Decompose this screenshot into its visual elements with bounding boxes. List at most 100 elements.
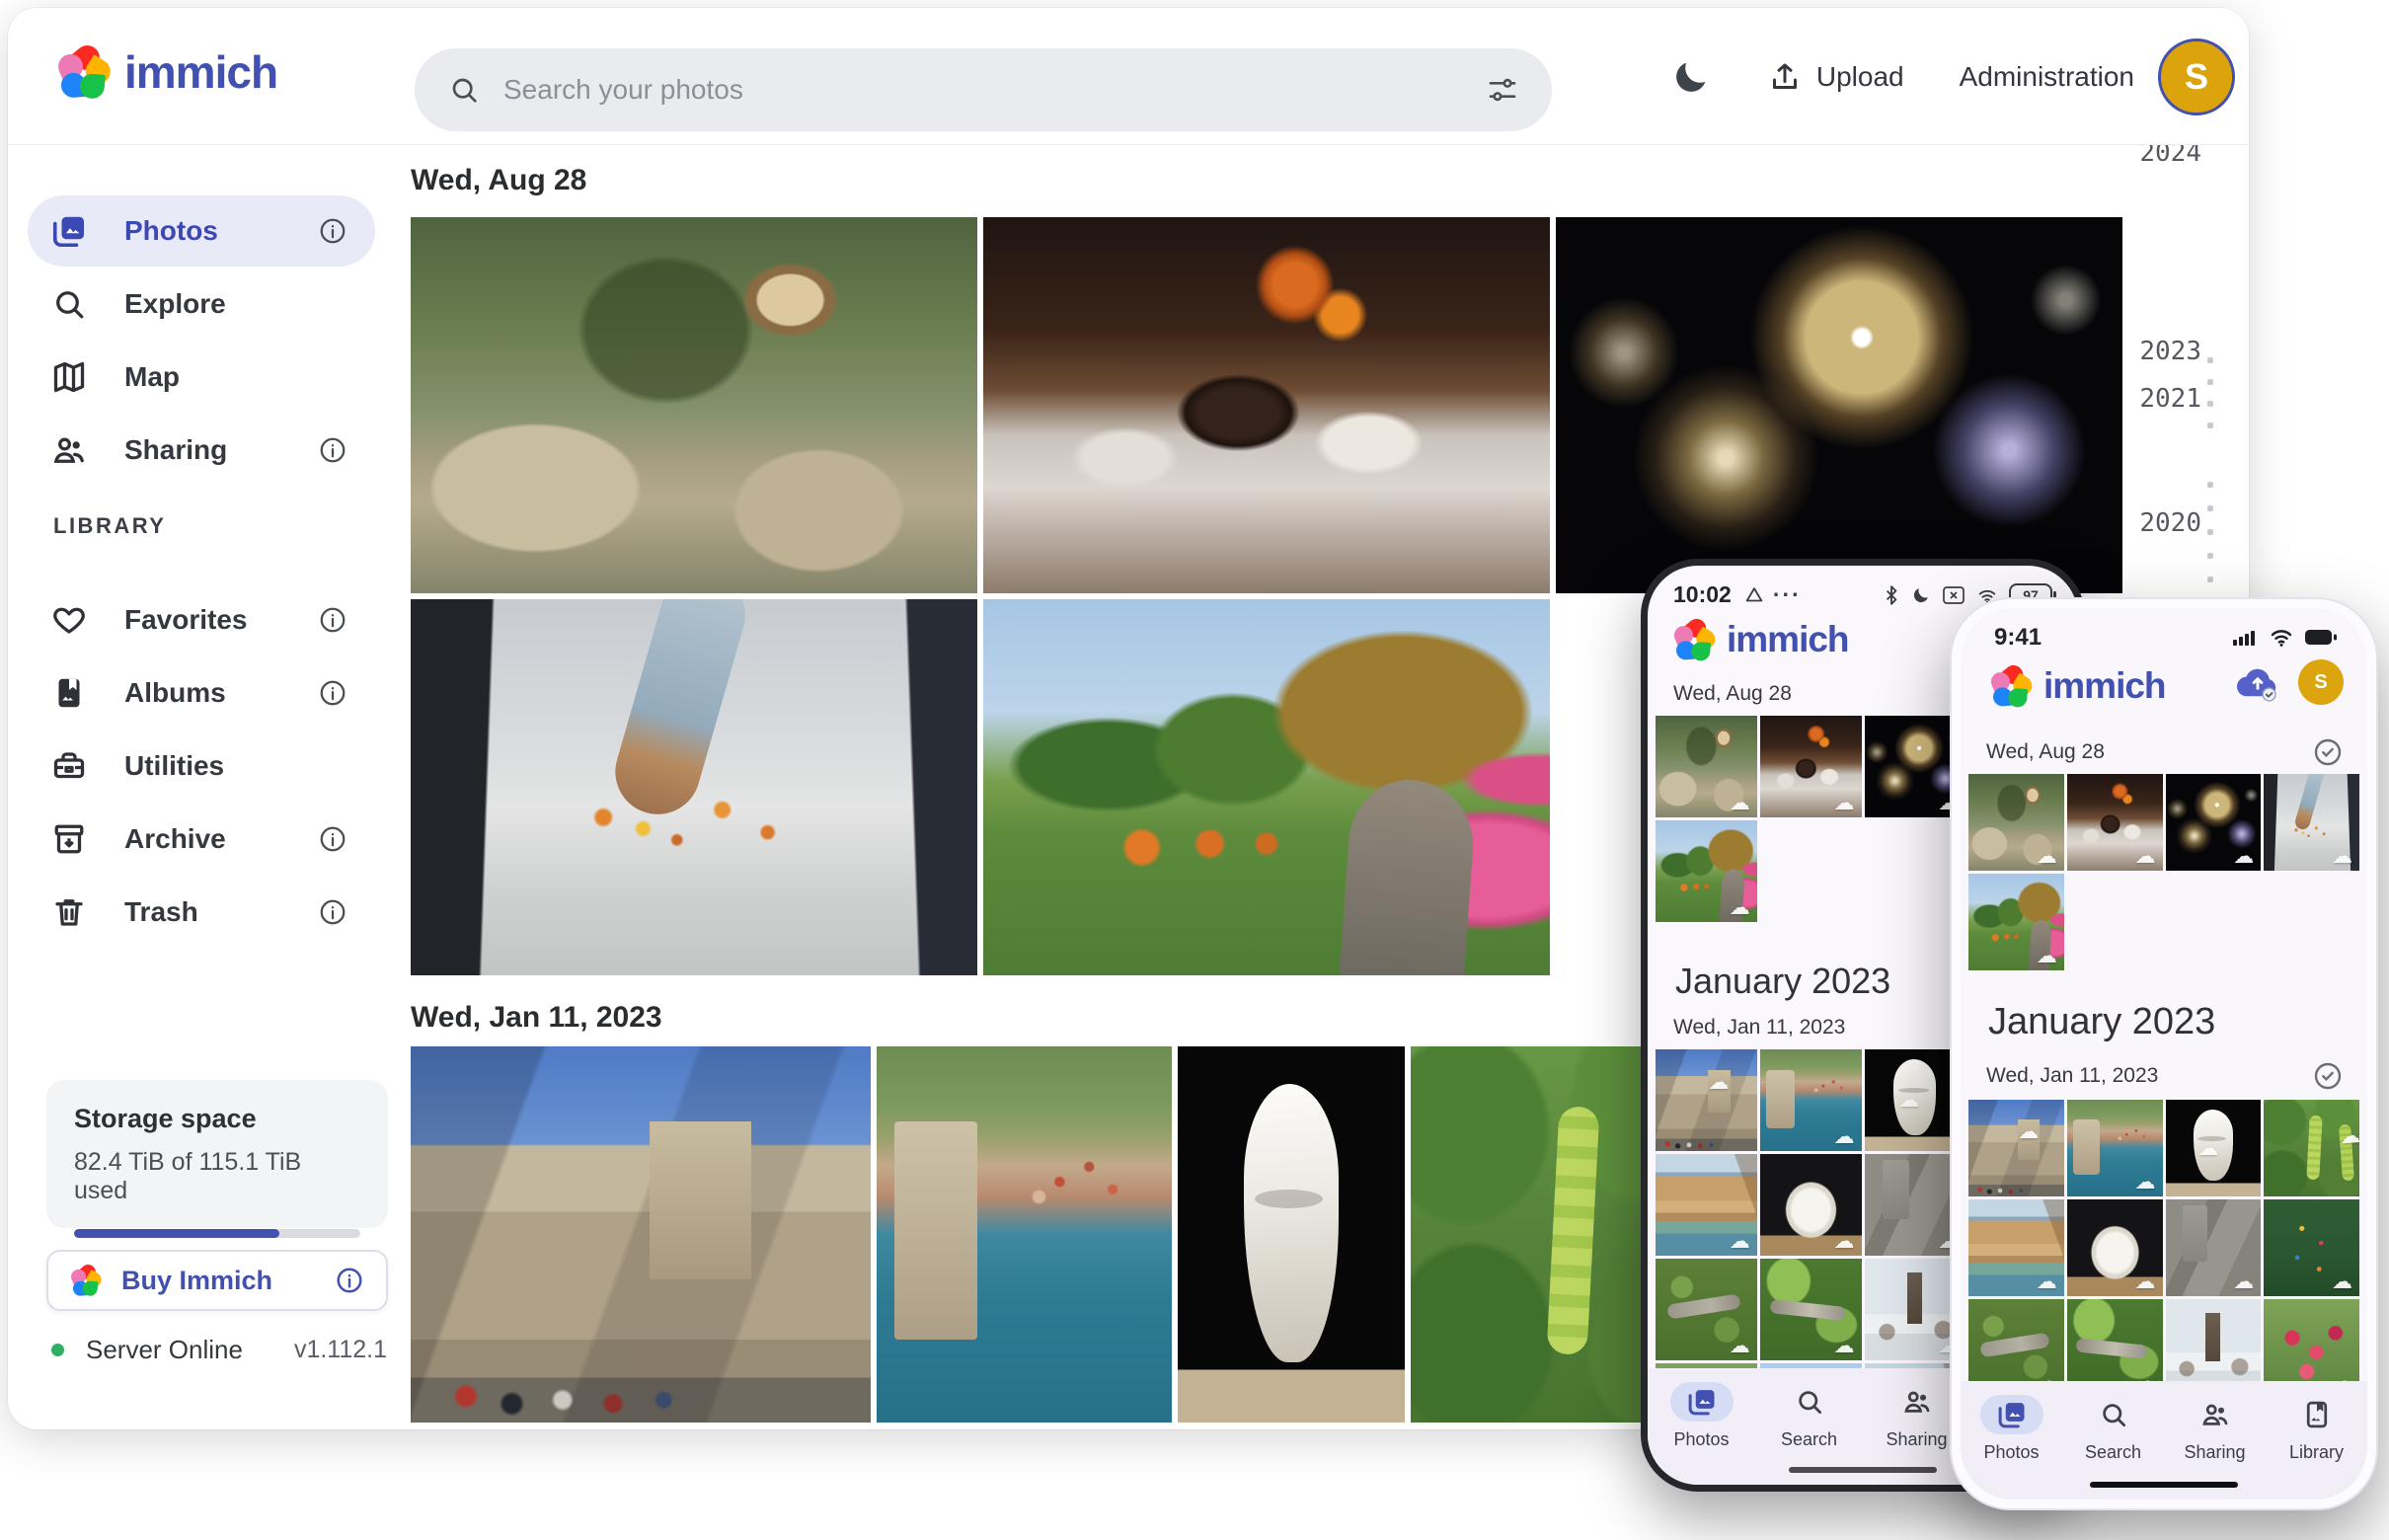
photo-lizard-leaf[interactable] (2067, 1299, 2163, 1381)
photo-holding-hands[interactable] (411, 599, 977, 975)
nav-label: Sharing (1886, 1429, 1947, 1450)
date-group-heading: Wed, Jan 11, 2023 (411, 1001, 662, 1035)
library-section-label: LIBRARY (53, 513, 166, 539)
photo-holding-hands[interactable] (2264, 774, 2359, 871)
photo-christmas-tree[interactable] (2264, 1199, 2359, 1296)
sidebar-item-map[interactable]: Map (28, 342, 375, 413)
photo-lizard-moss[interactable] (1656, 1259, 1757, 1360)
sim-x-icon (1942, 584, 1965, 606)
scrubber-year[interactable]: 2020 (2117, 508, 2201, 538)
cloud-sync-icon[interactable] (2233, 662, 2282, 702)
user-avatar[interactable]: S (2158, 38, 2235, 116)
photo-lizard-leaf[interactable] (1760, 1259, 1862, 1360)
photo-castle-walls[interactable] (1656, 1049, 1757, 1151)
sidebar-label: Utilities (124, 750, 347, 782)
storage-card: Storage space 82.4 TiB of 115.1 TiB used (46, 1080, 388, 1228)
photo-marble-bust[interactable] (1178, 1046, 1405, 1423)
photo-fireworks[interactable] (1556, 217, 2122, 593)
photo-zoo-monkeys[interactable] (1656, 716, 1757, 817)
photo-autumn-path[interactable] (983, 599, 1550, 975)
photo-lizard-moss[interactable] (1968, 1299, 2064, 1381)
administration-link[interactable]: Administration (1960, 61, 2134, 93)
photo-marble-rock[interactable] (2067, 1199, 2163, 1296)
photo-sea-grapes[interactable] (2264, 1100, 2359, 1196)
scrubber-year[interactable]: 2023 (2117, 337, 2201, 366)
month-heading: January 2023 (1675, 961, 1890, 1002)
select-check-icon[interactable] (2312, 736, 2344, 768)
filter-tune-icon[interactable] (1487, 74, 1518, 106)
scrubber-year[interactable]: 2021 (2117, 384, 2201, 414)
photo-autumn-path[interactable] (1656, 820, 1757, 922)
immich-flower-icon (1673, 619, 1715, 660)
photo-fireworks[interactable] (2166, 774, 2262, 871)
info-icon[interactable] (318, 824, 347, 854)
status-time: 9:41 (1994, 624, 2042, 652)
photo-coastal-town[interactable] (1760, 1049, 1862, 1151)
photo-marble-bust[interactable] (2166, 1100, 2262, 1196)
alert-triangle-icon (1743, 584, 1765, 606)
sidebar-item-photos[interactable]: Photos (28, 195, 375, 267)
photo-zoo-monkeys[interactable] (1968, 774, 2064, 871)
info-icon[interactable] (318, 605, 347, 635)
sidebar-label: Map (124, 361, 347, 393)
status-time: 10:02 (1673, 581, 1732, 608)
search-icon (1795, 1387, 1824, 1417)
sidebar-item-sharing[interactable]: Sharing (28, 415, 375, 486)
overflow-dots-icon: ··· (1773, 581, 1802, 608)
upload-button[interactable]: Upload (1767, 59, 1904, 95)
photo-castle-ruins[interactable] (2166, 1199, 2262, 1296)
nav-item-photos[interactable]: Photos (1961, 1381, 2062, 1500)
photo-dinner-table[interactable] (983, 217, 1550, 593)
dark-mode-moon-icon[interactable] (1670, 56, 1712, 98)
info-icon[interactable] (318, 678, 347, 708)
sidebar-label: Photos (124, 215, 280, 247)
month-heading: January 2023 (1988, 1001, 2215, 1043)
sidebar: Photos Explore Map Sharing (8, 146, 395, 1429)
library-icon (2302, 1400, 2332, 1429)
storage-title: Storage space (74, 1104, 360, 1134)
iphone-mockup: 9:41 immich S Wed, Au (1950, 597, 2378, 1510)
buy-immich-button[interactable]: Buy Immich (46, 1250, 388, 1311)
photo-dinner-table[interactable] (1760, 716, 1862, 817)
photo-beach-cliff[interactable] (1968, 1199, 2064, 1296)
upload-icon (1767, 59, 1803, 95)
search-input[interactable] (503, 74, 1463, 106)
sidebar-item-favorites[interactable]: Favorites (28, 584, 375, 655)
sidebar-item-trash[interactable]: Trash (28, 877, 375, 948)
photo-dinner-table[interactable] (2067, 774, 2163, 871)
photo-snowy-church[interactable] (2166, 1299, 2262, 1381)
photo-coastal-town[interactable] (877, 1046, 1172, 1423)
photo-coastal-town[interactable] (2067, 1100, 2163, 1196)
photo-autumn-path[interactable] (1968, 874, 2064, 970)
nav-item-library[interactable]: Library (2266, 1381, 2367, 1500)
photo-beach-cliff[interactable] (1656, 1154, 1757, 1256)
home-indicator (1789, 1467, 1937, 1473)
sidebar-item-explore[interactable]: Explore (28, 269, 375, 340)
archive-icon (51, 821, 87, 857)
photo-red-flowers[interactable] (2264, 1299, 2359, 1381)
nav-item-photos[interactable]: Photos (1648, 1368, 1755, 1485)
user-avatar[interactable]: S (2298, 659, 2344, 705)
info-icon[interactable] (318, 897, 347, 927)
search-bar[interactable] (415, 48, 1552, 131)
photo-castle-walls[interactable] (1968, 1100, 2064, 1196)
select-check-icon[interactable] (2312, 1060, 2344, 1092)
people-icon (2200, 1400, 2230, 1429)
photos-icon (1687, 1387, 1717, 1417)
empty-cell (1760, 820, 1862, 922)
immich-logo[interactable]: immich (57, 45, 277, 99)
sidebar-item-archive[interactable]: Archive (28, 804, 375, 875)
info-icon[interactable] (318, 435, 347, 465)
people-icon (51, 432, 87, 468)
upload-label: Upload (1816, 61, 1904, 93)
immich-flower-icon (1990, 665, 2032, 707)
sidebar-item-utilities[interactable]: Utilities (28, 731, 375, 802)
bluetooth-icon (1883, 584, 1900, 606)
photo-zoo-monkeys[interactable] (411, 217, 977, 593)
photo-castle-walls[interactable] (411, 1046, 871, 1423)
storage-progress-bar (74, 1229, 360, 1238)
sidebar-item-albums[interactable]: Albums (28, 657, 375, 729)
photo-marble-rock[interactable] (1760, 1154, 1862, 1256)
heart-icon (51, 602, 87, 638)
info-icon[interactable] (318, 216, 347, 246)
